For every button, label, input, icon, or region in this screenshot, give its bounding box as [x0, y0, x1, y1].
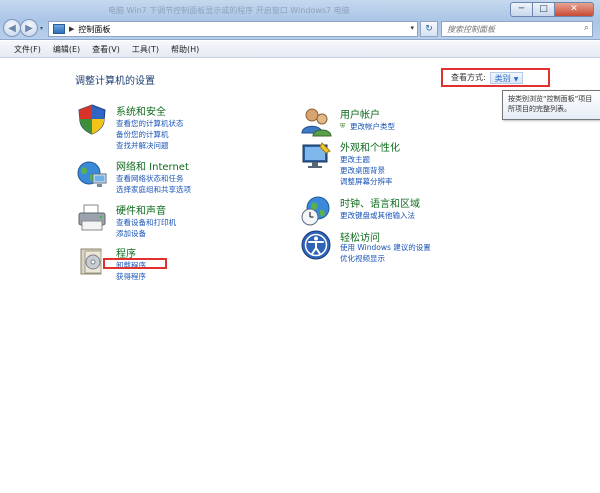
link-add-device[interactable]: 添加设备: [116, 228, 146, 239]
search-input[interactable]: [447, 22, 572, 36]
network-globe-icon[interactable]: [76, 158, 108, 190]
link-recommended-settings[interactable]: 使用 Windows 建议的设置: [340, 242, 431, 253]
window-controls: ─ □ ✕: [510, 2, 594, 17]
window-title: 电脑 Win7 下调节控制面板显示或的程序 开启窗口 Windows7 电脑: [108, 6, 350, 15]
menu-tools[interactable]: 工具(T): [132, 44, 159, 55]
minimize-button[interactable]: ─: [510, 2, 532, 17]
address-bar[interactable]: ▶ 控制面板 ▾: [48, 21, 418, 37]
menu-help[interactable]: 帮助(H): [171, 44, 199, 55]
view-by-value: 类别: [494, 73, 511, 83]
link-change-desktop-background[interactable]: 更改桌面背景: [340, 165, 385, 176]
link-troubleshoot[interactable]: 查找并解决问题: [116, 140, 169, 151]
category-title[interactable]: 用户帐户: [340, 106, 380, 121]
menu-edit[interactable]: 编辑(E): [53, 44, 80, 55]
shield-icon[interactable]: [76, 103, 108, 135]
chevron-down-icon: ▼: [513, 75, 519, 83]
clock-globe-icon[interactable]: [300, 195, 332, 227]
forward-button[interactable]: ▶: [20, 19, 38, 37]
close-button[interactable]: ✕: [554, 2, 594, 17]
link-view-computer-status[interactable]: 查看您的计算机状态: [116, 118, 184, 129]
view-by-label: 查看方式:: [451, 73, 486, 82]
back-button[interactable]: ◀: [3, 19, 21, 37]
refresh-icon: ↻: [425, 24, 433, 34]
category-title[interactable]: 外观和个性化: [340, 139, 400, 154]
link-homegroup-sharing[interactable]: 选择家庭组和共享选项: [116, 184, 191, 195]
breadcrumb-control-panel[interactable]: 控制面板: [78, 24, 110, 35]
page-title: 调整计算机的设置: [75, 76, 155, 87]
search-box[interactable]: ⌕: [441, 21, 593, 37]
link-backup-computer[interactable]: 备份您的计算机: [116, 129, 169, 140]
link-optimize-display[interactable]: 优化视频显示: [340, 253, 385, 264]
link-change-account-type[interactable]: 更改帐户类型: [350, 121, 395, 132]
view-by-control: 查看方式: 类别 ▼: [441, 68, 550, 87]
recent-pages-dropdown[interactable]: ▾: [40, 25, 43, 32]
category-title[interactable]: 系统和安全: [116, 103, 166, 118]
highlight-uninstall-box: [103, 258, 167, 269]
menu-file[interactable]: 文件(F): [14, 44, 41, 55]
title-bar: 电脑 Win7 下调节控制面板显示或的程序 开启窗口 Windows7 电脑 ─…: [0, 0, 600, 40]
breadcrumb-separator[interactable]: ▶: [69, 25, 74, 33]
view-by-dropdown[interactable]: 类别 ▼: [489, 71, 524, 84]
link-get-programs[interactable]: 获得程序: [116, 271, 146, 282]
link-change-theme[interactable]: 更改主题: [340, 154, 370, 165]
control-panel-icon: [53, 24, 65, 34]
monitor-paint-icon[interactable]: [300, 139, 332, 171]
tooltip-line: 按类别浏览“控制面板”项目: [508, 95, 593, 103]
link-devices-printers[interactable]: 查看设备和打印机: [116, 217, 176, 228]
shield-icon: ⛨: [340, 122, 346, 130]
link-network-status[interactable]: 查看网络状态和任务: [116, 173, 184, 184]
menu-view[interactable]: 查看(V): [92, 44, 120, 55]
search-icon[interactable]: ⌕: [584, 23, 589, 33]
accessibility-icon[interactable]: [300, 229, 332, 261]
menu-bar: 文件(F) 编辑(E) 查看(V) 工具(T) 帮助(H): [0, 41, 600, 58]
tooltip-line: 所项目的完整列表。: [508, 105, 571, 113]
link-change-input-method[interactable]: 更改键盘或其他输入法: [340, 210, 415, 221]
category-title[interactable]: 网络和 Internet: [116, 158, 189, 173]
back-arrow-icon: ◀: [8, 22, 16, 34]
refresh-button[interactable]: ↻: [420, 21, 438, 37]
link-adjust-resolution[interactable]: 调整屏幕分辨率: [340, 176, 393, 187]
category-title[interactable]: 时钟、语言和区域: [340, 195, 420, 210]
forward-arrow-icon: ▶: [25, 22, 33, 34]
maximize-button[interactable]: □: [532, 2, 554, 17]
users-icon[interactable]: [300, 106, 332, 138]
address-dropdown-icon[interactable]: ▾: [410, 24, 414, 32]
printer-icon[interactable]: [76, 202, 108, 234]
category-title[interactable]: 硬件和声音: [116, 202, 166, 217]
view-by-tooltip: 按类别浏览“控制面板”项目 所项目的完整列表。: [502, 90, 600, 120]
